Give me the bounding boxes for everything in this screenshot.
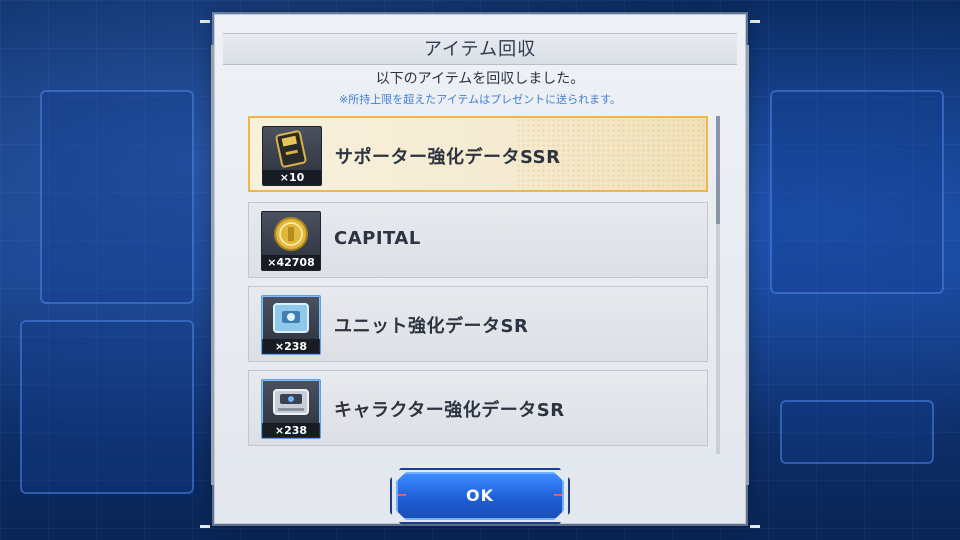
corner-mark xyxy=(750,525,760,528)
blue-data-card-icon: ×238 xyxy=(261,295,321,355)
corner-mark xyxy=(200,525,210,528)
item-quantity: ×42708 xyxy=(262,255,320,270)
gold-chip-icon: ×10 xyxy=(262,126,322,186)
list-item[interactable]: ×238 ユニット強化データSR xyxy=(248,286,708,362)
list-item[interactable]: ×42708 CAPITAL xyxy=(248,202,708,278)
ok-button-left-mark xyxy=(398,494,406,496)
background-panel-right-bottom xyxy=(780,400,934,464)
panel-edge-right xyxy=(746,45,749,485)
ok-button-right-mark xyxy=(554,494,562,496)
item-quantity: ×10 xyxy=(263,170,321,185)
item-list[interactable]: ×10 サポーター強化データSSR ×42708 CAPITAL ×238 ユニ… xyxy=(248,116,710,456)
gray-data-device-icon: ×238 xyxy=(261,379,321,439)
dialog-title: アイテム回収 xyxy=(423,39,537,60)
item-name: CAPITAL xyxy=(334,228,421,249)
background-panel-left-bottom xyxy=(20,320,194,494)
list-item[interactable]: ×238 キャラクター強化データSR xyxy=(248,370,708,446)
item-quantity: ×238 xyxy=(262,423,320,438)
background-panel-left xyxy=(40,90,194,304)
item-name: サポーター強化データSSR xyxy=(335,147,561,168)
dialog-message: 以下のアイテムを回収しました。 xyxy=(375,71,585,87)
item-name: キャラクター強化データSR xyxy=(334,400,565,421)
list-scrollbar[interactable] xyxy=(716,116,720,454)
corner-mark xyxy=(750,20,760,23)
item-quantity: ×238 xyxy=(262,339,320,354)
background-panel-right xyxy=(770,90,944,294)
corner-mark xyxy=(200,20,210,23)
dialog-note: ※所持上限を超えたアイテムはプレゼントに送られます。 xyxy=(338,93,621,106)
ok-button[interactable]: OK xyxy=(396,472,564,520)
list-item[interactable]: ×10 サポーター強化データSSR xyxy=(248,116,708,192)
ok-button-frame: OK xyxy=(390,468,570,524)
gold-coin-icon: ×42708 xyxy=(261,211,321,271)
item-name: ユニット強化データSR xyxy=(334,316,529,337)
panel-edge-left xyxy=(211,45,214,485)
scrollbar-thumb[interactable] xyxy=(716,116,720,224)
